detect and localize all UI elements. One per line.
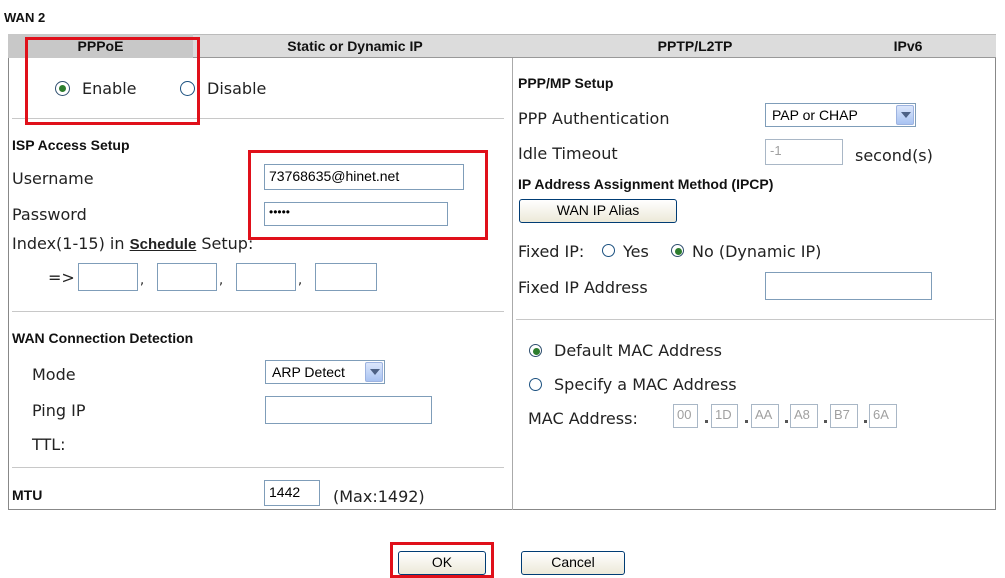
divider [12, 311, 504, 312]
wan-detection-heading: WAN Connection Detection [12, 330, 194, 346]
mac-separator [864, 420, 867, 423]
wan-ip-alias-button[interactable]: WAN IP Alias [519, 199, 677, 223]
index-suffix: Setup: [196, 234, 254, 253]
comma: , [219, 273, 224, 288]
mac-octet-2-input[interactable]: 1D [711, 404, 738, 428]
arrow-label: => [48, 268, 75, 287]
mac-address-label: MAC Address: [528, 409, 638, 428]
fixed-ip-yes-label: Yes [623, 242, 649, 261]
idle-timeout-label: Idle Timeout [518, 144, 618, 163]
highlight-box-ok [390, 542, 494, 578]
schedule-index-3-input[interactable] [236, 263, 296, 291]
mac-separator [745, 420, 748, 423]
mac-octet-3-input[interactable]: AA [751, 404, 779, 428]
comma: , [140, 273, 145, 288]
isp-access-heading: ISP Access Setup [12, 137, 130, 153]
specify-mac-label: Specify a MAC Address [554, 375, 737, 394]
username-label: Username [12, 169, 94, 188]
column-divider [512, 58, 513, 510]
schedule-index-text: Index(1-15) in Schedule Setup: [12, 234, 253, 253]
tab-ipv6[interactable]: IPv6 [820, 34, 996, 58]
comma: , [298, 273, 303, 288]
mac-octet-5-input[interactable]: B7 [830, 404, 858, 428]
ipcp-heading: IP Address Assignment Method (IPCP) [518, 176, 774, 192]
schedule-link[interactable]: Schedule [130, 236, 197, 253]
tab-static-dynamic-ip[interactable]: Static or Dynamic IP [195, 34, 515, 58]
chevron-down-icon [896, 105, 914, 125]
mode-value: ARP Detect [272, 364, 345, 380]
specify-mac-radio[interactable] [529, 378, 542, 391]
section-title: WAN 2 [4, 10, 46, 25]
cancel-button[interactable]: Cancel [521, 551, 625, 575]
ping-ip-input[interactable] [265, 396, 432, 424]
divider [12, 467, 504, 468]
idle-timeout-unit: second(s) [855, 146, 933, 165]
ppp-setup-heading: PPP/MP Setup [518, 75, 614, 91]
mac-octet-4-input[interactable]: A8 [790, 404, 818, 428]
schedule-index-4-input[interactable] [315, 263, 377, 291]
fixed-ip-address-input[interactable] [765, 272, 932, 300]
mode-label: Mode [32, 365, 76, 384]
fixed-ip-address-label: Fixed IP Address [518, 278, 648, 297]
schedule-index-2-input[interactable] [157, 263, 217, 291]
default-mac-radio[interactable] [529, 344, 542, 357]
mtu-input[interactable]: 1442 [264, 480, 320, 506]
default-mac-label: Default MAC Address [554, 341, 722, 360]
mac-octet-1-input[interactable]: 00 [673, 404, 698, 428]
mac-separator [705, 420, 708, 423]
mode-select[interactable]: ARP Detect [265, 360, 385, 384]
mac-separator [785, 420, 788, 423]
highlight-box-credentials [248, 150, 488, 240]
index-prefix: Index(1-15) in [12, 234, 130, 253]
idle-timeout-input[interactable]: -1 [765, 139, 843, 165]
ttl-label: TTL: [32, 435, 66, 454]
ping-ip-label: Ping IP [32, 401, 86, 420]
highlight-box-pppoe-enable [25, 37, 200, 125]
divider [516, 319, 994, 320]
fixed-ip-label: Fixed IP: [518, 242, 585, 261]
mtu-max-label: (Max:1492) [333, 487, 425, 506]
ppp-auth-label: PPP Authentication [518, 109, 670, 128]
disable-label: Disable [207, 79, 267, 98]
fixed-ip-no-label: No (Dynamic IP) [692, 242, 822, 261]
mac-separator [824, 420, 827, 423]
chevron-down-icon [365, 362, 383, 382]
fixed-ip-yes-radio[interactable] [602, 244, 615, 257]
tab-pptp-l2tp[interactable]: PPTP/L2TP [575, 34, 815, 58]
password-label: Password [12, 205, 87, 224]
ppp-auth-value: PAP or CHAP [772, 107, 858, 123]
mtu-label: MTU [12, 487, 43, 503]
fixed-ip-no-radio[interactable] [671, 244, 684, 257]
ppp-auth-select[interactable]: PAP or CHAP [765, 103, 916, 127]
schedule-index-1-input[interactable] [78, 263, 138, 291]
mac-octet-6-input[interactable]: 6A [869, 404, 897, 428]
